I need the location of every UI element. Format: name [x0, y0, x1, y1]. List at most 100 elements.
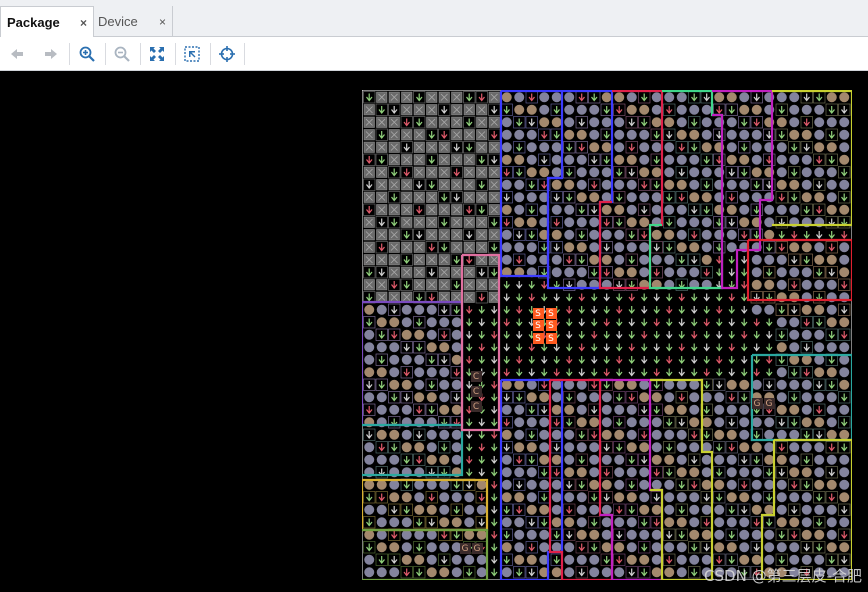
pin-pad [689, 242, 700, 253]
pin-pad [539, 429, 550, 440]
pin-pad [676, 204, 687, 215]
pin-pad [739, 179, 750, 190]
pin-pad [501, 204, 512, 215]
pin-pad [551, 404, 562, 415]
pin-pad [451, 492, 462, 503]
zoom-out-button[interactable] [110, 42, 134, 66]
pin-pad [726, 204, 737, 215]
pin-pad [476, 567, 487, 578]
pin-pad [739, 217, 750, 228]
pin-pad [776, 517, 787, 528]
pin-pad [414, 529, 425, 540]
pin-pad [589, 417, 600, 428]
pin-pad [614, 567, 625, 578]
pin-pad [764, 529, 775, 540]
back-button[interactable] [5, 42, 29, 66]
pin-pad [539, 142, 550, 153]
tab-package-close-icon[interactable]: × [80, 16, 87, 30]
pin-pad [564, 429, 575, 440]
pin-pad [526, 467, 537, 478]
pin-pad [414, 304, 425, 315]
pin-pad [776, 92, 787, 103]
pin-pad [501, 467, 512, 478]
pin-pad [389, 429, 400, 440]
pin-pad [776, 492, 787, 503]
forward-button[interactable] [39, 42, 63, 66]
pin-pad [739, 92, 750, 103]
pin-pad [751, 267, 762, 278]
pin-pad [564, 567, 575, 578]
package-pin-grid[interactable]: S SS SS SG GG GCCC [362, 90, 852, 580]
pin-pad [751, 142, 762, 153]
pin-pad [564, 517, 575, 528]
pin-pad [739, 154, 750, 165]
pin-pad [789, 454, 800, 465]
pin-pad [814, 329, 825, 340]
pin-pad [426, 504, 437, 515]
pin-pad [664, 229, 675, 240]
pin-pad [789, 117, 800, 128]
pin-pad [551, 542, 562, 553]
pin-pad [576, 517, 587, 528]
pin-pad [414, 479, 425, 490]
pin-pad [526, 392, 537, 403]
pin-pad [651, 92, 662, 103]
zoom-in-button[interactable] [75, 42, 99, 66]
pin-pad [776, 117, 787, 128]
pin-pad [576, 167, 587, 178]
pin-pad [601, 529, 612, 540]
pin-pad [814, 142, 825, 153]
pin-pad [826, 517, 837, 528]
pin-pad [839, 379, 850, 390]
pin-pad [639, 167, 650, 178]
pin-pad [501, 229, 512, 240]
pin-pad [364, 342, 375, 353]
pin-pad [551, 229, 562, 240]
pin-pad [539, 529, 550, 540]
pin-pad [576, 504, 587, 515]
tab-device-close-icon[interactable]: × [159, 15, 166, 29]
pin-pad [726, 542, 737, 553]
toolbar-separator [175, 43, 176, 65]
pin-pad [764, 454, 775, 465]
tab-device[interactable]: Device × [92, 6, 173, 36]
pin-pad [814, 367, 825, 378]
pin-pad [664, 167, 675, 178]
pin-pad [564, 379, 575, 390]
pin-pad [439, 379, 450, 390]
pin-pad [651, 454, 662, 465]
pin-pad [401, 492, 412, 503]
zoom-fit-button[interactable] [145, 42, 169, 66]
pin-pad [826, 417, 837, 428]
pin-pad [751, 479, 762, 490]
pin-pad [364, 504, 375, 515]
pin-pad [364, 442, 375, 453]
pin-pad [714, 517, 725, 528]
zoom-area-button[interactable] [180, 42, 204, 66]
pin-pad [551, 267, 562, 278]
pin-pad [614, 229, 625, 240]
pin-pad [364, 454, 375, 465]
pin-pad [589, 554, 600, 565]
pin-pad [526, 442, 537, 453]
autofit-selection-button[interactable] [215, 42, 239, 66]
pin-pad [401, 529, 412, 540]
pin-pad [801, 554, 812, 565]
pin-pad [814, 242, 825, 253]
pin-pad [426, 317, 437, 328]
tab-package[interactable]: Package × [0, 6, 94, 37]
pin-pad [664, 492, 675, 503]
pin-pad [839, 142, 850, 153]
pin-pad [826, 279, 837, 290]
pin-pad [514, 154, 525, 165]
pin-pad [714, 392, 725, 403]
pin-pad [364, 529, 375, 540]
pin-pad [739, 467, 750, 478]
pin-pad [714, 404, 725, 415]
pin-pad [414, 392, 425, 403]
pin-pad [701, 192, 712, 203]
pin-pad [664, 254, 675, 265]
pin-pad [614, 129, 625, 140]
pin-pad [814, 304, 825, 315]
pin-pad [776, 279, 787, 290]
